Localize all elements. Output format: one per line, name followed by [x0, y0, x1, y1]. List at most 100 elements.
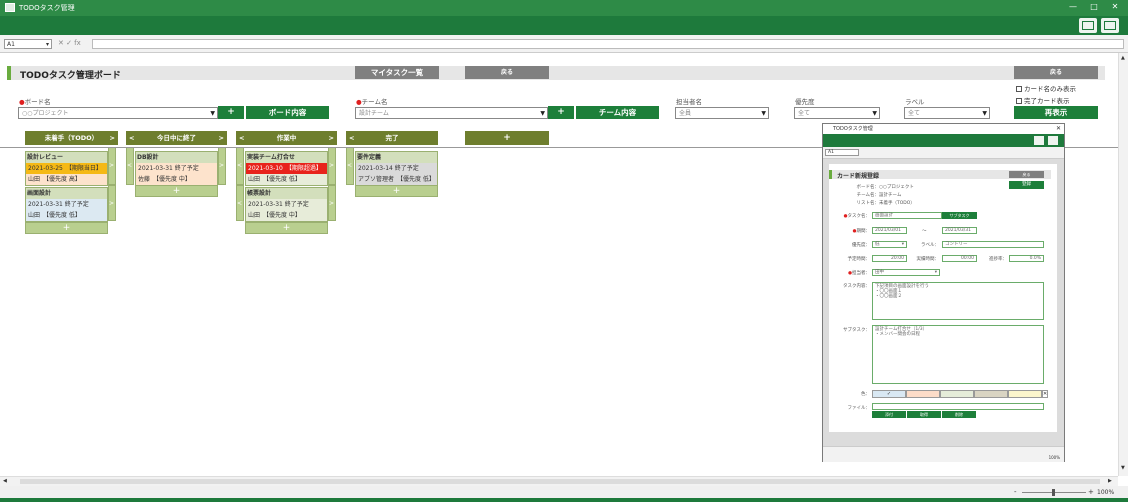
board-add-button[interactable]: +: [218, 106, 244, 119]
scroll-thumb[interactable]: [20, 479, 1100, 484]
period-label-text: 期間：: [856, 229, 871, 234]
status-accent: [0, 498, 1128, 502]
back-button[interactable]: 戻る: [465, 66, 549, 79]
card-title: DB設計: [136, 152, 217, 163]
team-detail-button[interactable]: チーム内容: [576, 106, 659, 119]
scroll-up-icon[interactable]: ▲: [1121, 55, 1125, 61]
priority-select[interactable]: 全て ▼: [794, 107, 880, 119]
owner-select[interactable]: 全員 ▼: [675, 107, 769, 119]
task-label-text: タスク名：: [847, 214, 871, 219]
print-icon[interactable]: [1034, 136, 1044, 145]
get-file-button[interactable]: 取得: [907, 411, 941, 418]
task-name-input[interactable]: 画面設計: [872, 212, 942, 219]
color-swatch-orange[interactable]: [906, 390, 940, 398]
list-value: 未着手（TODO）: [879, 201, 915, 206]
board-select[interactable]: ○○プロジェクト ▼: [18, 107, 218, 119]
move-left-icon[interactable]: <: [129, 131, 134, 145]
scroll-left-icon[interactable]: ◀: [3, 478, 7, 484]
progress-input[interactable]: 0.0%: [1009, 255, 1044, 262]
attach-file-button[interactable]: 添付: [872, 411, 906, 418]
vertical-scrollbar[interactable]: ▲ ▼: [1118, 53, 1128, 476]
chevron-down-icon: ▾: [45, 41, 49, 48]
subtask-button[interactable]: サブタスク: [942, 212, 977, 219]
task-card[interactable]: 要件定義 2021-03-14 終了予定 アブソ管理者 【優先度 低】: [355, 151, 438, 186]
card-assignee: 山田 【優先度 中】: [246, 210, 327, 221]
card-assignee: 山田 【優先度 低】: [246, 174, 327, 185]
dialog-close-icon[interactable]: ✕: [1056, 124, 1061, 134]
add-card-button[interactable]: +: [245, 222, 328, 234]
column-gutter: <: [236, 147, 244, 185]
print-icon[interactable]: [1079, 18, 1097, 33]
card-name-only-checkbox[interactable]: カード名のみ表示: [1016, 83, 1076, 93]
zoom-slider-thumb[interactable]: [1052, 489, 1055, 496]
team-select[interactable]: 設計チーム ▼: [355, 107, 548, 119]
owner-label: 担当者名: [676, 98, 702, 106]
export-excel-icon[interactable]: [1101, 18, 1119, 33]
color-swatch-gray[interactable]: [974, 390, 1008, 398]
column-gutter: <: [126, 147, 134, 185]
zoom-in-button[interactable]: +: [1088, 488, 1094, 496]
dialog-back-button[interactable]: 戻る: [1009, 171, 1044, 178]
label-input[interactable]: コントリー: [942, 241, 1044, 248]
move-right-icon[interactable]: >: [110, 131, 115, 145]
task-card[interactable]: 画面設計 2021-03-31 終了予定 山田 【優先度 低】: [25, 187, 108, 222]
color-swatch-blue[interactable]: ✓: [872, 390, 906, 398]
column-gutter: >: [328, 185, 336, 221]
dialog-zoom-value: 100%: [1048, 455, 1060, 460]
chevron-down-icon: ▼: [761, 110, 766, 117]
file-input[interactable]: [872, 403, 1044, 410]
my-tasks-button[interactable]: マイタスク一覧: [355, 66, 439, 79]
name-box[interactable]: A1: [825, 149, 859, 156]
move-left-icon[interactable]: <: [349, 131, 354, 145]
task-card[interactable]: 帳票設計 2021-03-31 終了予定 山田 【優先度 中】: [245, 187, 328, 222]
date-from-input[interactable]: 2021/03/01: [872, 227, 907, 234]
date-to-input[interactable]: 2021/03/31: [942, 227, 977, 234]
color-swatch-yellow[interactable]: [1008, 390, 1042, 398]
task-card[interactable]: 実装チーム打合せ 2021-03-10 【期限超過】 山田 【優先度 低】: [245, 151, 328, 186]
dialog-save-button[interactable]: 登録: [1009, 181, 1044, 189]
zoom-out-button[interactable]: -: [1014, 488, 1017, 496]
column-title: 今日中に終了: [157, 134, 196, 142]
card-title: 設計レビュー: [26, 152, 107, 163]
maximize-button[interactable]: □: [1087, 2, 1101, 11]
board-detail-button[interactable]: ボード内容: [246, 106, 329, 119]
dialog-hscrollbar[interactable]: [823, 446, 1064, 454]
scroll-down-icon[interactable]: ▼: [1121, 465, 1125, 471]
show-done-checkbox[interactable]: 完了カード表示: [1016, 95, 1070, 105]
minimize-button[interactable]: —: [1066, 2, 1080, 11]
owner-select[interactable]: 田中 ▾: [872, 269, 940, 276]
redisplay-button[interactable]: 再表示: [1014, 106, 1098, 119]
add-card-button[interactable]: +: [135, 185, 218, 197]
add-card-button[interactable]: +: [25, 222, 108, 234]
priority-select[interactable]: 低 ▾: [872, 241, 907, 248]
formula-input[interactable]: [92, 39, 1124, 49]
move-left-icon[interactable]: <: [239, 131, 244, 145]
add-column-button[interactable]: +: [465, 131, 549, 145]
export-excel-icon[interactable]: [1048, 136, 1058, 145]
clear-color-icon[interactable]: ✕: [1042, 390, 1048, 398]
card-title: 実装チーム打合せ: [246, 152, 327, 163]
horizontal-scrollbar[interactable]: ◀ ▶: [0, 476, 1118, 486]
task-card[interactable]: DB設計 2021-03-31 終了予定 佐藤 【優先度 中】: [135, 151, 218, 186]
actual-time-input[interactable]: 00:00: [942, 255, 977, 262]
ribbon: [0, 16, 1128, 35]
task-card[interactable]: 設計レビュー 2021-03-25 【期限当日】 山田 【優先度 高】: [25, 151, 108, 186]
column-gutter: >: [328, 147, 336, 185]
move-right-icon[interactable]: >: [219, 131, 224, 145]
delete-file-button[interactable]: 削除: [942, 411, 976, 418]
task-content-textarea[interactable]: 下記項目の画面設計を行う ・〇〇画面１ ・〇〇画面２: [872, 282, 1044, 320]
label-select[interactable]: 全て ▼: [904, 107, 990, 119]
scroll-right-icon[interactable]: ▶: [1108, 478, 1112, 484]
team-add-button[interactable]: +: [548, 106, 574, 119]
plan-time-input[interactable]: 20:00: [872, 255, 907, 262]
color-swatch-green[interactable]: [940, 390, 974, 398]
task-name-label: ●タスク名：: [843, 214, 871, 219]
close-button[interactable]: ✕: [1108, 2, 1122, 11]
card-date: 2021-03-10 【期限超過】: [246, 163, 327, 174]
subtask-textarea[interactable]: 設計チーム打合せ（1/3） ・メンバー間会の日程: [872, 325, 1044, 384]
name-box[interactable]: A1 ▾: [4, 39, 52, 49]
dialog-form: カード新規登録 戻る 登録 ボード名： ○○プロジェクト チーム名： 設計チーム…: [829, 164, 1057, 432]
move-right-icon[interactable]: >: [329, 131, 334, 145]
add-card-button[interactable]: +: [355, 185, 438, 197]
back-button-right[interactable]: 戻る: [1014, 66, 1098, 79]
